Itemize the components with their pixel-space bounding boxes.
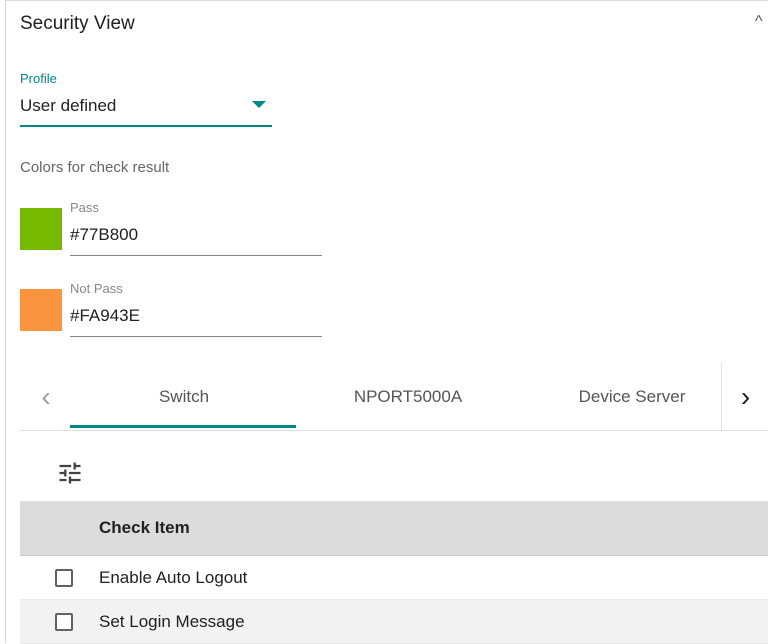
pass-color-swatch[interactable]	[20, 208, 62, 250]
tab-bar: ‹ Switch NPORT5000A Device Server ›	[20, 363, 768, 431]
table-header: Check Item	[20, 501, 768, 556]
active-tab-indicator	[70, 425, 296, 428]
tab-device-server[interactable]: Device Server	[520, 363, 744, 430]
pass-color-label: Pass	[70, 200, 99, 215]
tab-nport5000a[interactable]: NPORT5000A	[296, 363, 520, 430]
section-title: Security View	[20, 13, 135, 34]
security-view-panel: Security View ^ Profile User defined Col…	[5, 0, 768, 644]
profile-value: User defined	[20, 96, 117, 115]
table-row[interactable]: Set Login Message	[20, 600, 768, 644]
pass-color-value[interactable]: #77B800	[70, 225, 138, 245]
pass-color-field[interactable]: Pass #77B800	[70, 200, 322, 256]
column-header-check-item: Check Item	[99, 518, 190, 537]
tab-switch[interactable]: Switch	[72, 363, 296, 430]
not-pass-color-label: Not Pass	[70, 281, 123, 296]
not-pass-color-value[interactable]: #FA943E	[70, 306, 140, 326]
profile-select[interactable]: User defined	[20, 91, 272, 127]
table-row[interactable]: Enable Auto Logout	[20, 556, 768, 600]
row-checkbox[interactable]	[55, 569, 73, 587]
not-pass-color-field[interactable]: Not Pass #FA943E	[70, 281, 322, 337]
check-item-table: Check Item Enable Auto Logout Set Login …	[20, 501, 768, 644]
colors-title: Colors for check result	[20, 159, 170, 176]
row-label: Enable Auto Logout	[99, 568, 248, 587]
chevron-left-icon[interactable]: ‹	[20, 363, 72, 430]
tune-icon[interactable]	[56, 459, 84, 487]
dropdown-arrow-icon	[252, 101, 266, 108]
row-checkbox[interactable]	[55, 613, 73, 631]
profile-label: Profile	[20, 71, 57, 86]
row-label: Set Login Message	[99, 612, 245, 631]
chevron-up-icon[interactable]: ^	[755, 13, 763, 31]
chevron-right-icon[interactable]: ›	[721, 363, 768, 430]
not-pass-color-swatch[interactable]	[20, 289, 62, 331]
